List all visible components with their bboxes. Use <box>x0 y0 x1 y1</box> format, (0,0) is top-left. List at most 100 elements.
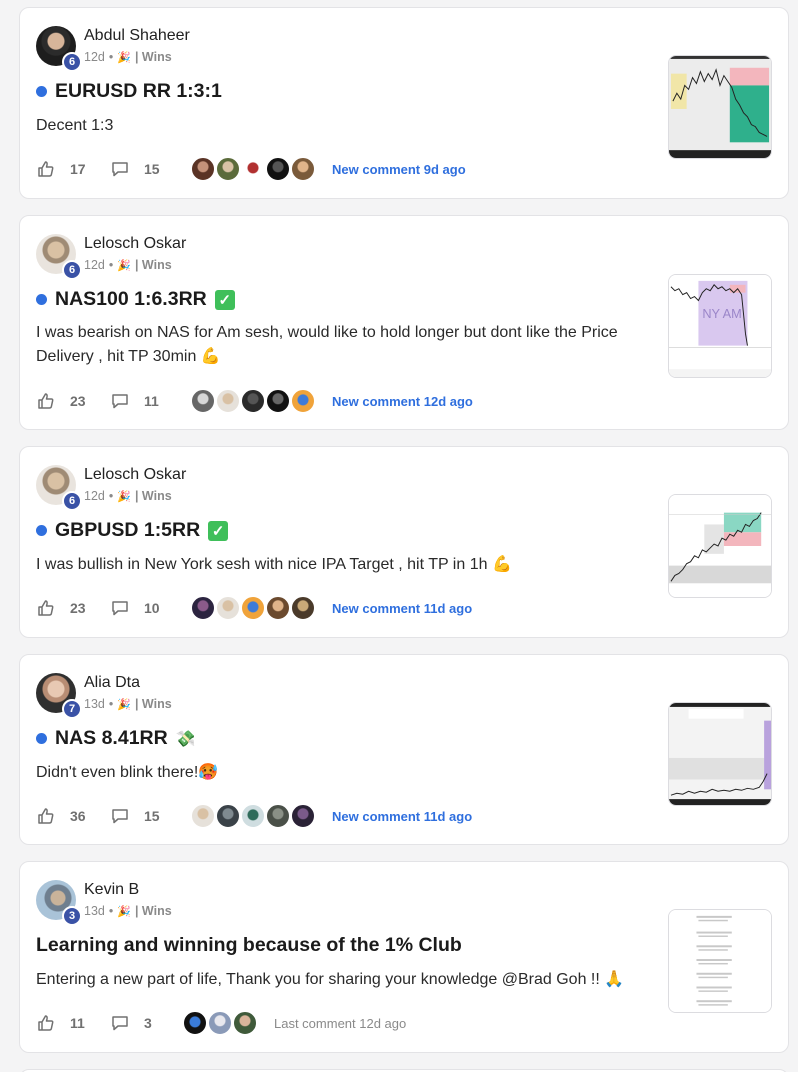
author-name[interactable]: Lelosch Oskar <box>84 235 186 253</box>
post-category[interactable]: | Wins <box>135 50 172 64</box>
post-card[interactable]: 6 Lelosch Oskar 12d • 🎉 | Wins NAS100 1:… <box>19 215 789 430</box>
commenter-avatars[interactable] <box>190 595 316 621</box>
level-badge: 6 <box>62 491 82 511</box>
new-comment-link[interactable]: New comment 11d ago <box>332 809 472 824</box>
party-popper-icon: 🎉 <box>117 490 131 503</box>
money-with-wings-icon: 💸 <box>175 730 196 748</box>
post-meta: 12d • 🎉 | Wins <box>84 258 172 272</box>
comment-bubble-icon[interactable] <box>110 391 130 411</box>
commenter-avatars[interactable] <box>190 388 316 414</box>
post-title[interactable]: Learning and winning because of the 1% C… <box>36 934 462 957</box>
avatar[interactable]: 6 <box>36 234 82 280</box>
thumbs-up-icon[interactable] <box>36 598 56 618</box>
post-time: 13d <box>84 697 105 711</box>
avatar <box>265 388 291 414</box>
comment-count: 11 <box>144 393 159 409</box>
post-category[interactable]: | Wins <box>135 258 172 272</box>
level-badge: 7 <box>62 699 82 719</box>
post-meta: 13d • 🎉 | Wins <box>84 904 172 918</box>
document-screenshot-image <box>669 910 771 1012</box>
last-comment-link[interactable]: Last comment 12d ago <box>274 1016 406 1031</box>
post-title-text: Learning and winning because of the 1% C… <box>36 934 462 956</box>
post-category[interactable]: | Wins <box>135 489 172 503</box>
new-comment-link[interactable]: New comment 9d ago <box>332 162 466 177</box>
meta-separator: • <box>108 697 114 711</box>
blue-dot-icon <box>36 294 47 305</box>
post-meta: 12d • 🎉 | Wins <box>84 50 172 64</box>
post-title[interactable]: NAS 8.41RR 💸 <box>36 727 196 750</box>
party-popper-icon: 🎉 <box>117 259 131 272</box>
avatar <box>190 388 216 414</box>
avatar <box>207 1010 233 1036</box>
thumbs-up-icon[interactable] <box>36 1013 56 1033</box>
post-body: Entering a new part of life, Thank you f… <box>36 971 625 988</box>
post-thumbnail[interactable] <box>668 494 772 598</box>
avatar[interactable]: 6 <box>36 465 82 511</box>
post-title-text: NAS 8.41RR <box>55 727 168 749</box>
post-category[interactable]: | Wins <box>135 904 172 918</box>
post-title[interactable]: GBPUSD 1:5RR ✓ <box>36 519 229 542</box>
post-thumbnail[interactable] <box>668 909 772 1013</box>
commenter-avatars[interactable] <box>190 803 316 829</box>
comment-bubble-icon[interactable] <box>110 1013 130 1033</box>
avatar <box>215 803 241 829</box>
blue-dot-icon <box>36 525 47 536</box>
comment-bubble-icon[interactable] <box>110 598 130 618</box>
post-title[interactable]: NAS100 1:6.3RR ✓ <box>36 288 235 311</box>
thumbs-up-icon[interactable] <box>36 806 56 826</box>
author-name[interactable]: Kevin B <box>84 881 139 899</box>
avatar <box>215 156 241 182</box>
post-card[interactable]: 3 Kevin B 13d • 🎉 | Wins Learning and wi… <box>19 861 789 1053</box>
post-thumbnail[interactable]: NY AM <box>668 274 772 378</box>
thumbs-up-icon[interactable] <box>36 159 56 179</box>
avatar <box>240 595 266 621</box>
avatar <box>290 595 316 621</box>
post-actions: 36 15 New comment 11d ago <box>36 803 472 829</box>
avatar[interactable]: 7 <box>36 673 82 719</box>
post-body: Didn't even blink there!🥵 <box>36 764 219 781</box>
post-title[interactable]: EURUSD RR 1:3:1 <box>36 80 222 103</box>
avatar <box>190 595 216 621</box>
commenter-avatars[interactable] <box>182 1010 258 1036</box>
post-card[interactable]: 6 Abdul Shaheer 12d • 🎉 | Wins EURUSD RR… <box>19 7 789 199</box>
post-actions: 17 15 New comment 9d ago <box>36 156 466 182</box>
avatar[interactable]: 6 <box>36 26 82 72</box>
level-badge: 3 <box>62 906 82 926</box>
author-name[interactable]: Alia Dta <box>84 674 140 692</box>
comment-bubble-icon[interactable] <box>110 806 130 826</box>
new-comment-link[interactable]: New comment 11d ago <box>332 601 472 616</box>
avatar <box>290 388 316 414</box>
party-popper-icon: 🎉 <box>117 905 131 918</box>
avatar <box>215 388 241 414</box>
post-card[interactable]: 6 Lelosch Oskar 12d • 🎉 | Wins GBPUSD 1:… <box>19 446 789 638</box>
comment-bubble-icon[interactable] <box>110 159 130 179</box>
post-meta: 13d • 🎉 | Wins <box>84 697 172 711</box>
chart-screenshot-image <box>669 56 771 158</box>
post-thumbnail[interactable] <box>668 55 772 159</box>
thumb-session-label: NY AM <box>702 306 741 321</box>
thumbs-up-icon[interactable] <box>36 391 56 411</box>
post-actions: 11 3 Last comment 12d ago <box>36 1010 406 1036</box>
author-name[interactable]: Abdul Shaheer <box>84 27 190 45</box>
post-category[interactable]: | Wins <box>135 697 172 711</box>
post-thumbnail[interactable] <box>668 702 772 806</box>
post-body: I was bearish on NAS for Am sesh, would … <box>36 324 618 365</box>
post-actions: 23 10 New comment 11d ago <box>36 595 472 621</box>
meta-separator: • <box>108 489 114 503</box>
check-mark-icon: ✓ <box>208 520 229 541</box>
comment-count: 3 <box>144 1015 152 1031</box>
avatar <box>190 803 216 829</box>
avatar <box>240 156 266 182</box>
like-count: 23 <box>70 600 86 616</box>
avatar <box>190 156 216 182</box>
post-card[interactable]: 7 Alia Dta 13d • 🎉 | Wins NAS 8.41RR 💸 D… <box>19 654 789 845</box>
comment-count: 15 <box>144 161 160 177</box>
level-badge: 6 <box>62 52 82 72</box>
author-name[interactable]: Lelosch Oskar <box>84 466 186 484</box>
avatar[interactable]: 3 <box>36 880 82 926</box>
like-count: 11 <box>70 1015 85 1031</box>
commenter-avatars[interactable] <box>190 156 316 182</box>
new-comment-link[interactable]: New comment 12d ago <box>332 394 473 409</box>
chart-screenshot-image: NY AM <box>669 275 771 377</box>
meta-separator: • <box>108 904 114 918</box>
